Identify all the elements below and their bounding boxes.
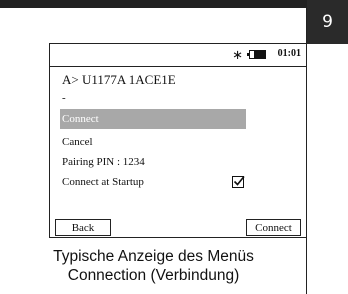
menu-item-cancel[interactable]: Cancel <box>60 132 246 152</box>
page-number: 9 <box>307 0 348 44</box>
caption-line-1: Typische Anzeige des Menüs <box>53 248 254 265</box>
status-bar: ∗ 01:01 <box>50 44 306 67</box>
separator: - <box>62 92 66 104</box>
clock: 01:01 <box>277 48 301 59</box>
back-button[interactable]: Back <box>55 219 111 236</box>
bluetooth-icon: ∗ <box>232 47 243 62</box>
connect-button[interactable]: Connect <box>246 219 301 236</box>
device-screen: ∗ 01:01 A> U1177A 1ACE1E - Connect Cance… <box>49 43 307 238</box>
menu-item-connect[interactable]: Connect <box>60 109 246 129</box>
menu-item-connect-at-startup[interactable]: Connect at Startup <box>60 172 246 192</box>
battery-icon <box>247 50 266 59</box>
caption-line-2: Connection (Verbindung) <box>67 267 240 284</box>
header-bar <box>0 0 307 8</box>
menu-item-pairing-pin[interactable]: Pairing PIN : 1234 <box>60 152 246 172</box>
connect-at-startup-checkbox[interactable] <box>232 175 245 188</box>
checkmark-icon <box>233 175 245 186</box>
device-address: A> U1177A 1ACE1E <box>62 72 176 87</box>
